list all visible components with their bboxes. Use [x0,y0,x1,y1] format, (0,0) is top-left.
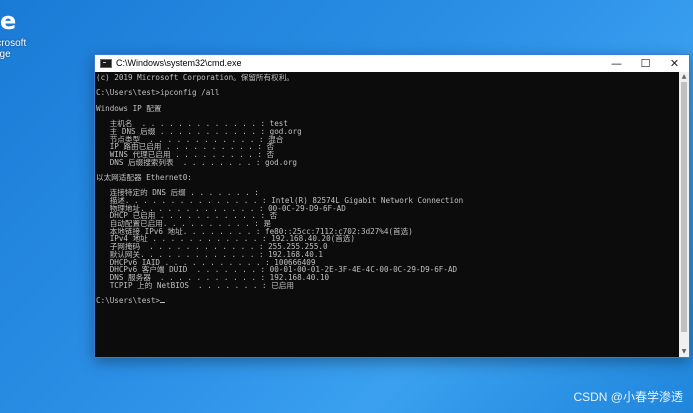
console-line: C:\Users\test>ipconfig /all [96,88,220,98]
cmd-window[interactable]: C:\Windows\system32\cmd.exe — ☐ ✕ (c) 20… [94,54,690,358]
console-line: DNS 后缀搜索列表 . . . . . . . . : god.org [96,157,298,167]
vertical-scrollbar[interactable]: ▲ ▼ [679,72,689,357]
close-button[interactable]: ✕ [660,55,689,72]
maximize-button[interactable]: ☐ [631,55,660,72]
edge-desktop-shortcut[interactable]: e icrosoft dge [0,6,34,66]
scroll-down-arrow-icon[interactable]: ▼ [679,347,689,357]
edge-shortcut-label: icrosoft dge [0,38,27,60]
prompt-text: C:\Users\test> [96,295,161,305]
minimize-button[interactable]: — [602,55,631,72]
window-title: C:\Windows\system32\cmd.exe [116,58,242,68]
text-cursor [160,301,166,303]
console-line: 以太网适配器 Ethernet0: [96,172,192,182]
console-line: TCPIP 上的 NetBIOS . . . . . . . : 已启用 [96,280,294,290]
console-line: Windows IP 配置 [96,103,162,113]
csdn-watermark: CSDN @小春学渗透 [573,390,683,404]
scroll-up-arrow-icon[interactable]: ▲ [679,72,689,82]
cmd-icon [100,59,112,68]
console-line: (c) 2019 Microsoft Corporation。保留所有权利。 [96,73,294,82]
edge-icon: e [0,7,17,35]
command-prompt[interactable]: C:\Users\test> [96,297,679,305]
console-output[interactable]: (c) 2019 Microsoft Corporation。保留所有权利。 C:… [95,72,679,357]
title-bar[interactable]: C:\Windows\system32\cmd.exe — ☐ ✕ [95,55,689,72]
scrollbar-thumb[interactable] [681,82,687,332]
